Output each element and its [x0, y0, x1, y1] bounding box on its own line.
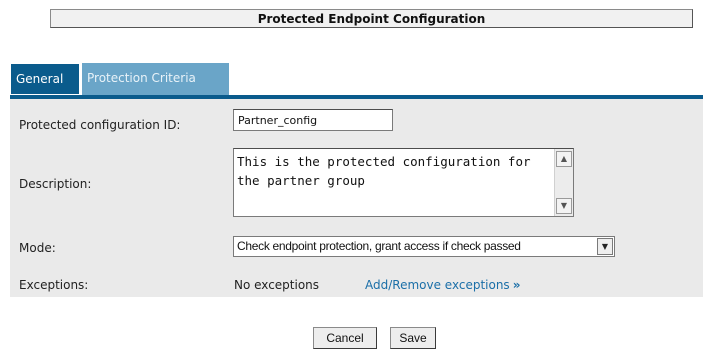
chevron-down-icon[interactable]: ▼: [597, 238, 613, 255]
page-title: Protected Endpoint Configuration: [50, 9, 693, 28]
mode-label: Mode:: [19, 241, 56, 255]
config-id-label: Protected configuration ID:: [19, 118, 181, 132]
save-button[interactable]: Save: [390, 327, 436, 349]
description-scrollbar[interactable]: ▲ ▼: [554, 149, 573, 216]
tab-general[interactable]: General: [10, 63, 80, 95]
exceptions-value: No exceptions: [234, 278, 320, 292]
description-label: Description:: [19, 177, 92, 191]
description-text: This is the protected configuration for …: [237, 154, 539, 188]
exceptions-label: Exceptions:: [19, 278, 89, 292]
scroll-down-arrow-icon[interactable]: ▼: [556, 198, 572, 214]
add-remove-exceptions-link[interactable]: Add/Remove exceptions»: [365, 278, 520, 292]
config-id-input[interactable]: [233, 109, 393, 131]
add-remove-exceptions-label: Add/Remove exceptions: [365, 278, 510, 292]
mode-select[interactable]: Check endpoint protection, grant access …: [233, 236, 615, 257]
mode-selected-value: Check endpoint protection, grant access …: [237, 239, 521, 253]
tab-protection-criteria[interactable]: Protection Criteria: [82, 63, 229, 95]
description-textarea[interactable]: This is the protected configuration for …: [233, 148, 574, 217]
scroll-up-arrow-icon[interactable]: ▲: [556, 151, 572, 167]
cancel-button[interactable]: Cancel: [313, 327, 377, 349]
double-chevron-right-icon: »: [512, 278, 521, 292]
